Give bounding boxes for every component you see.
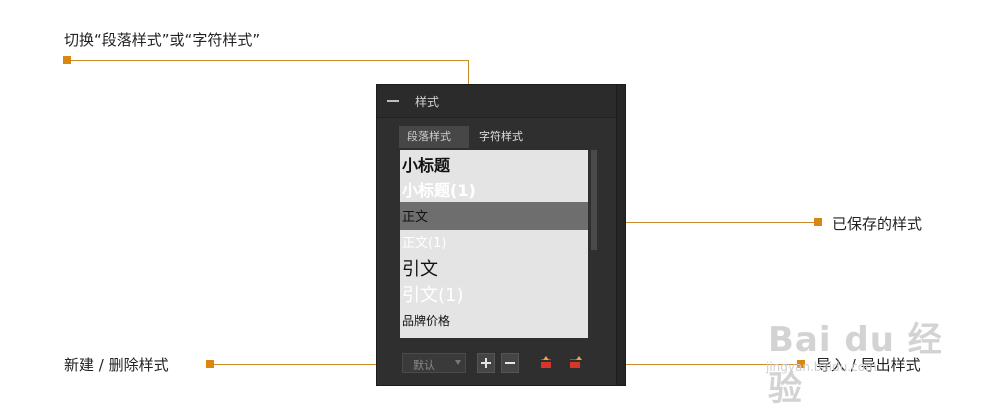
dropdown-value: 默认 [413,359,435,372]
list-scrollbar[interactable] [591,150,597,250]
callout-line [71,60,468,61]
panel-title: 样式 [415,95,440,109]
style-item[interactable]: 品牌价格 [402,312,450,329]
tab-paragraph-styles[interactable]: 段落样式 [399,126,469,148]
import-style-button[interactable] [537,353,555,373]
panel-footer: 默认 [377,353,625,377]
plus-icon [481,358,491,368]
style-item-selected[interactable]: 正文 [402,206,428,225]
callout-marker [814,218,822,226]
delete-style-button[interactable] [501,353,519,373]
callout-marker [63,56,71,64]
chevron-down-icon [455,360,461,365]
selected-row-highlight [400,202,588,230]
import-icon [541,356,551,368]
style-item[interactable]: 引文 [402,255,438,281]
callout-new-delete-style: 新建 / 删除样式 [64,356,169,374]
panel-header: 样式 [377,85,625,118]
style-set-dropdown[interactable]: 默认 [402,353,466,373]
style-item[interactable]: 小标题(1) [402,177,476,201]
callout-marker [206,360,214,368]
callout-saved-styles: 已保存的样式 [832,215,923,233]
style-item[interactable]: 正文(1) [402,232,446,251]
tab-character-styles[interactable]: 字符样式 [471,126,537,148]
minus-icon[interactable] [387,100,399,102]
export-style-button[interactable] [567,353,585,373]
export-icon [570,356,582,368]
style-item[interactable]: 引文(1) [402,281,464,307]
callout-switch-style-type: 切换“段落样式”或“字符样式” [64,31,261,49]
style-list: 小标题 小标题(1) 正文 正文(1) 引文 引文(1) 品牌价格 [400,150,588,338]
watermark-sub: jingyan.baidu.com [766,360,877,374]
new-style-button[interactable] [477,353,495,373]
minus-icon [505,362,515,364]
styles-panel: 样式 段落样式 字符样式 小标题 小标题(1) 正文 正文(1) 引文 引文(1… [376,84,626,386]
panel-edge [616,85,625,385]
style-item[interactable]: 小标题 [402,152,450,176]
watermark-logo: Bai du 经验 jingyan.baidu.com [758,302,968,409]
